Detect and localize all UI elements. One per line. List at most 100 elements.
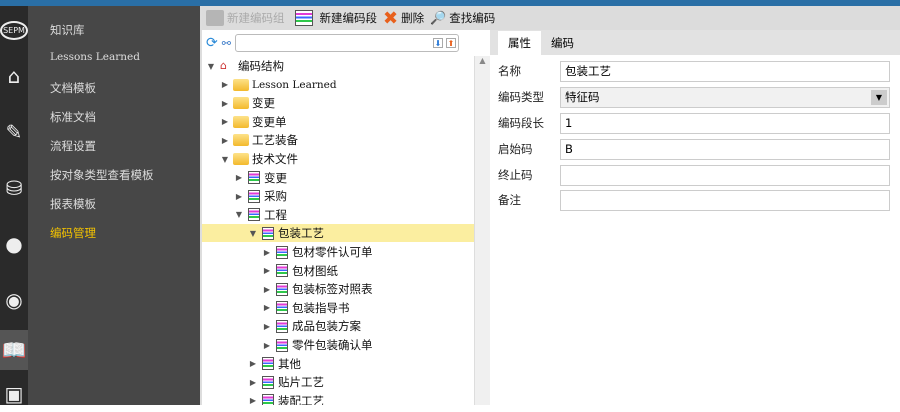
menu-item-doc-templates[interactable]: 文档模板 bbox=[50, 80, 96, 96]
tab-properties[interactable]: 属性 bbox=[498, 31, 541, 55]
tree-node-label: 技术文件 bbox=[252, 152, 298, 166]
document-icon bbox=[276, 245, 288, 259]
tree-search-row: ⟳ ⚯ ⬇ ⬆ bbox=[202, 30, 490, 56]
name-field[interactable]: 包装工艺 bbox=[560, 60, 890, 82]
end-code-field[interactable] bbox=[560, 164, 890, 186]
expand-icon[interactable]: ▶ bbox=[262, 248, 272, 257]
tree-node-label: 变更 bbox=[252, 96, 275, 111]
user-badge-icon[interactable]: ◉ bbox=[0, 282, 28, 318]
folder-icon bbox=[233, 153, 249, 165]
name-row: 名称 包装工艺 bbox=[498, 60, 890, 82]
tree-node[interactable]: ▶ 包装指导书 bbox=[202, 299, 474, 317]
tree-scrollbar[interactable]: ▲ bbox=[474, 56, 490, 405]
expand-icon[interactable]: ▶ bbox=[220, 99, 230, 108]
tree-node[interactable]: ▶ 采购 bbox=[202, 187, 474, 205]
tree-node[interactable]: ▶ 包材图纸 bbox=[202, 262, 474, 280]
document-icon bbox=[276, 319, 288, 333]
contact-card-icon[interactable]: ▣ bbox=[0, 376, 28, 412]
menu-item-lessons-learned[interactable]: Lessons Learned bbox=[50, 51, 140, 63]
collapse-icon[interactable]: ▼ bbox=[248, 229, 258, 238]
arrow-up-icon[interactable]: ⬆ bbox=[445, 38, 456, 48]
icon-rail: SEPM ⌂ ✎ ⛁ ● ◉ 📖 ▣ bbox=[0, 6, 28, 406]
scroll-up-icon[interactable]: ▲ bbox=[475, 56, 490, 65]
tree-node[interactable]: ▶ Lesson Learned bbox=[202, 76, 474, 94]
expand-icon[interactable]: ▶ bbox=[220, 117, 230, 126]
edit-icon[interactable]: ✎ bbox=[0, 114, 28, 150]
expand-icon[interactable]: ▶ bbox=[262, 285, 272, 294]
menu-item-templates-by-type[interactable]: 按对象类型查看模板 bbox=[50, 167, 154, 183]
new-group-button[interactable]: 新建编码组 bbox=[206, 10, 285, 26]
tree-node[interactable]: ▶ 工艺装备 bbox=[202, 131, 474, 149]
tree-node-label: 采购 bbox=[264, 189, 287, 204]
tree-node[interactable]: ▶ 包材零件认可单 bbox=[202, 243, 474, 261]
tree-node-label: 变更单 bbox=[252, 114, 287, 129]
tree-node[interactable]: ▼ 工程 bbox=[202, 206, 474, 224]
expand-icon[interactable]: ▶ bbox=[234, 192, 244, 201]
tree-node-label: 工程 bbox=[264, 207, 287, 222]
expand-icon[interactable]: ▶ bbox=[248, 378, 258, 387]
tree-node[interactable]: ▶ 其他 bbox=[202, 355, 474, 373]
menu-item-knowledge[interactable]: 知识库 bbox=[50, 22, 85, 38]
tree-node[interactable]: ▼ 技术文件 bbox=[202, 150, 474, 168]
list-icon bbox=[294, 10, 313, 26]
tree-node-label: 成品包装方案 bbox=[292, 319, 361, 334]
book-icon[interactable]: 📖 bbox=[0, 330, 28, 370]
refresh-icon[interactable]: ⟳ bbox=[206, 35, 218, 51]
tree-node[interactable]: ▶ 成品包装方案 bbox=[202, 317, 474, 335]
end-row: 终止码 bbox=[498, 164, 890, 186]
arrow-down-icon[interactable]: ⬇ bbox=[432, 38, 443, 48]
collapse-icon[interactable]: ▼ bbox=[234, 210, 244, 219]
side-menu: 知识库 Lessons Learned 文档模板 标准文档 流程设置 按对象类型… bbox=[28, 6, 200, 405]
code-tree: ▼ ⌂ 编码结构 ▶ Lesson Learned ▶ 变更 ▶ 变更单 ▶ 工艺装备 ▼ 技术文件 ▶ 变… bbox=[202, 56, 474, 405]
home-icon[interactable]: ⌂ bbox=[0, 58, 28, 94]
tree-node-label: 包装指导书 bbox=[292, 300, 350, 315]
segment-length-field[interactable]: 1 bbox=[560, 112, 890, 134]
note-field[interactable] bbox=[560, 189, 890, 211]
document-icon bbox=[248, 208, 260, 222]
tree-node-label: 变更 bbox=[264, 170, 287, 185]
collapse-icon[interactable]: ▼ bbox=[206, 62, 216, 71]
tree-node[interactable]: ▶ 变更 bbox=[202, 94, 474, 112]
tree-node[interactable]: ▶ 贴片工艺 bbox=[202, 373, 474, 391]
search-icon: 🔎 bbox=[430, 10, 447, 26]
tree-search-input[interactable]: ⬇ ⬆ bbox=[234, 34, 459, 52]
home-icon: ⌂ bbox=[220, 59, 227, 72]
tree-structure-icon[interactable]: ⚯ bbox=[222, 37, 231, 50]
menu-item-code-management[interactable]: 编码管理 bbox=[50, 225, 96, 241]
tree-node[interactable]: ▶ 零件包装确认单 bbox=[202, 336, 474, 354]
document-icon bbox=[262, 375, 274, 389]
tree-node[interactable]: ▶ 变更单 bbox=[202, 113, 474, 131]
code-type-select[interactable]: 特征码 ▼ bbox=[560, 86, 890, 108]
expand-icon[interactable]: ▶ bbox=[262, 266, 272, 275]
menu-item-workflow[interactable]: 流程设置 bbox=[50, 138, 96, 154]
expand-icon[interactable]: ▶ bbox=[262, 341, 272, 350]
expand-icon[interactable]: ▶ bbox=[234, 173, 244, 182]
expand-icon[interactable]: ▶ bbox=[220, 80, 230, 89]
menu-item-report-templates[interactable]: 报表模板 bbox=[50, 196, 96, 212]
tree-node-label: 包材零件认可单 bbox=[292, 245, 373, 259]
sepm-logo-icon[interactable]: SEPM bbox=[0, 12, 28, 48]
new-segment-button[interactable]: 新建编码段 bbox=[291, 10, 377, 26]
chevron-down-icon[interactable]: ▼ bbox=[871, 89, 887, 105]
menu-item-standard-docs[interactable]: 标准文档 bbox=[50, 109, 96, 125]
chat-icon[interactable]: ● bbox=[0, 226, 28, 262]
tree-node[interactable]: ▼ 包装工艺 bbox=[202, 224, 474, 243]
expand-icon[interactable]: ▶ bbox=[248, 396, 258, 405]
tree-node[interactable]: ▶ 包装标签对照表 bbox=[202, 280, 474, 298]
tree-node[interactable]: ▶ 装配工艺 bbox=[202, 392, 474, 405]
expand-icon[interactable]: ▶ bbox=[220, 136, 230, 145]
expand-icon[interactable]: ▶ bbox=[262, 322, 272, 331]
database-settings-icon[interactable]: ⛁ bbox=[0, 170, 28, 206]
find-code-button[interactable]: 🔎 查找编码 bbox=[430, 10, 495, 26]
tree-node-label: 零件包装确认单 bbox=[292, 338, 373, 352]
expand-icon[interactable]: ▶ bbox=[248, 359, 258, 368]
collapse-icon[interactable]: ▼ bbox=[220, 155, 230, 164]
tree-node[interactable]: ▼ ⌂ 编码结构 bbox=[202, 57, 474, 75]
start-code-field[interactable]: B bbox=[560, 138, 890, 160]
expand-icon[interactable]: ▶ bbox=[262, 303, 272, 312]
delete-button[interactable]: ✖ 删除 bbox=[383, 8, 424, 29]
tree-node-label: 工艺装备 bbox=[252, 133, 298, 148]
tab-code[interactable]: 编码 bbox=[541, 31, 584, 55]
tree-node[interactable]: ▶ 变更 bbox=[202, 169, 474, 187]
delete-x-icon: ✖ bbox=[383, 7, 399, 29]
